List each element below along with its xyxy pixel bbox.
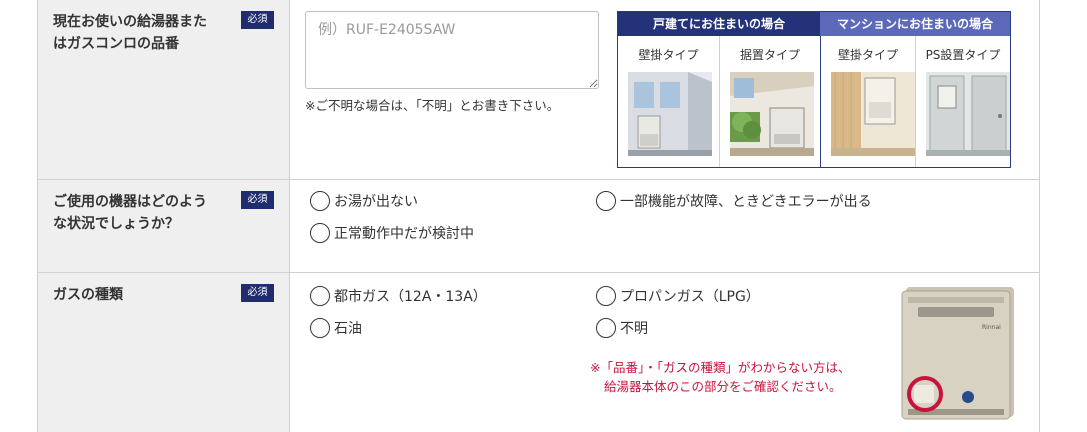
model-label-cell: 現在お使いの給湯器またはガスコンロの品番 必須 — [38, 0, 290, 179]
situation-label-cell: ご使用の機器はどのような状況でしょうか？ 必須 — [38, 180, 290, 272]
model-row: 現在お使いの給湯器またはガスコンロの品番 必須 ※ご不明な場合は、「不明」とお書… — [38, 0, 1039, 180]
radio-icon[interactable] — [310, 286, 330, 306]
svg-text:Rinnai: Rinnai — [982, 324, 1001, 331]
gas-warning: ※「品番」・「ガスの種類」がわからない方は、 給湯器本体のこの部分をご確認くださ… — [590, 358, 910, 396]
gas-warning-line: 給湯器本体のこの部分をご確認ください。 — [604, 379, 842, 394]
water-heater-illustration: Rinnai — [901, 287, 1014, 420]
gas-warning-line: ※「品番」・「ガスの種類」がわからない方は、 — [590, 360, 851, 375]
gas-label-cell: ガスの種類 必須 — [38, 273, 290, 432]
required-badge: 必須 — [241, 11, 274, 29]
type-name: PS設置タイプ — [925, 48, 1001, 62]
type-name: 壁掛タイプ — [638, 48, 699, 62]
option-label: 正常動作中だが検討中 — [334, 226, 474, 242]
model-number-input[interactable] — [305, 11, 599, 89]
radio-icon[interactable] — [596, 286, 616, 306]
install-types-panel: 戸建てにお住まいの場合 マンションにお住まいの場合 壁掛タイプ 据置タイプ 壁掛… — [617, 11, 1011, 168]
inquiry-form: 現在お使いの給湯器またはガスコンロの品番 必須 ※ご不明な場合は、「不明」とお書… — [37, 0, 1040, 432]
situation-value-cell: お湯が出ない 一部機能が故障、ときどきエラーが出る 正常動作中だが検討中 — [290, 180, 1039, 272]
option-label: 石油 — [334, 321, 362, 337]
radio-icon[interactable] — [310, 223, 330, 243]
gas-option-propane[interactable]: プロパンガス（LPG） — [596, 286, 760, 306]
ps-installation-illustration — [926, 72, 1010, 156]
type-wall-house: 壁掛タイプ — [618, 36, 719, 167]
gas-option-unknown[interactable]: 不明 — [596, 318, 648, 338]
situation-option-considering[interactable]: 正常動作中だが検討中 — [310, 223, 474, 243]
wall-mounted-mansion-illustration — [831, 72, 915, 156]
gas-value-cell: 都市ガス（12A・13A） プロパンガス（LPG） 石油 不明 ※「品番」・「ガ… — [290, 273, 1039, 432]
option-label: 都市ガス（12A・13A） — [334, 289, 487, 305]
model-value-cell: ※ご不明な場合は、「不明」とお書き下さい。 戸建てにお住まいの場合 マンションに… — [290, 0, 1039, 179]
gas-option-city-gas[interactable]: 都市ガス（12A・13A） — [310, 286, 487, 306]
option-label: 一部機能が故障、ときどきエラーが出る — [620, 194, 872, 210]
situation-label: ご使用の機器はどのような状況でしょうか？ — [53, 194, 207, 232]
type-name: 壁掛タイプ — [837, 48, 898, 62]
option-label: 不明 — [620, 321, 648, 337]
radio-icon[interactable] — [596, 318, 616, 338]
required-badge: 必須 — [241, 284, 274, 302]
situation-option-partial-failure[interactable]: 一部機能が故障、ときどきエラーが出る — [596, 191, 872, 211]
mansion-header: マンションにお住まいの場合 — [820, 12, 1010, 36]
situation-row: ご使用の機器はどのような状況でしょうか？ 必須 お湯が出ない 一部機能が故障、と… — [38, 180, 1039, 273]
gas-row: ガスの種類 必須 都市ガス（12A・13A） プロパンガス（LPG） 石油 不明… — [38, 273, 1039, 432]
floor-standing-illustration — [730, 72, 814, 156]
radio-icon[interactable] — [310, 191, 330, 211]
radio-icon[interactable] — [596, 191, 616, 211]
house-header: 戸建てにお住まいの場合 — [618, 12, 820, 36]
situation-option-no-hot-water[interactable]: お湯が出ない — [310, 191, 418, 211]
option-label: プロパンガス（LPG） — [620, 289, 760, 305]
type-floor-house: 据置タイプ — [720, 36, 820, 167]
radio-icon[interactable] — [310, 318, 330, 338]
option-label: お湯が出ない — [334, 194, 418, 210]
model-note: ※ご不明な場合は、「不明」とお書き下さい。 — [305, 98, 560, 113]
gas-label: ガスの種類 — [53, 287, 123, 303]
wall-mounted-house-illustration — [628, 72, 712, 156]
type-wall-mansion: 壁掛タイプ — [821, 36, 915, 167]
required-badge: 必須 — [241, 191, 274, 209]
model-label: 現在お使いの給湯器またはガスコンロの品番 — [53, 14, 207, 52]
type-name: 据置タイプ — [739, 48, 800, 62]
type-ps-mansion: PS設置タイプ — [916, 36, 1010, 167]
gas-option-kerosene[interactable]: 石油 — [310, 318, 362, 338]
